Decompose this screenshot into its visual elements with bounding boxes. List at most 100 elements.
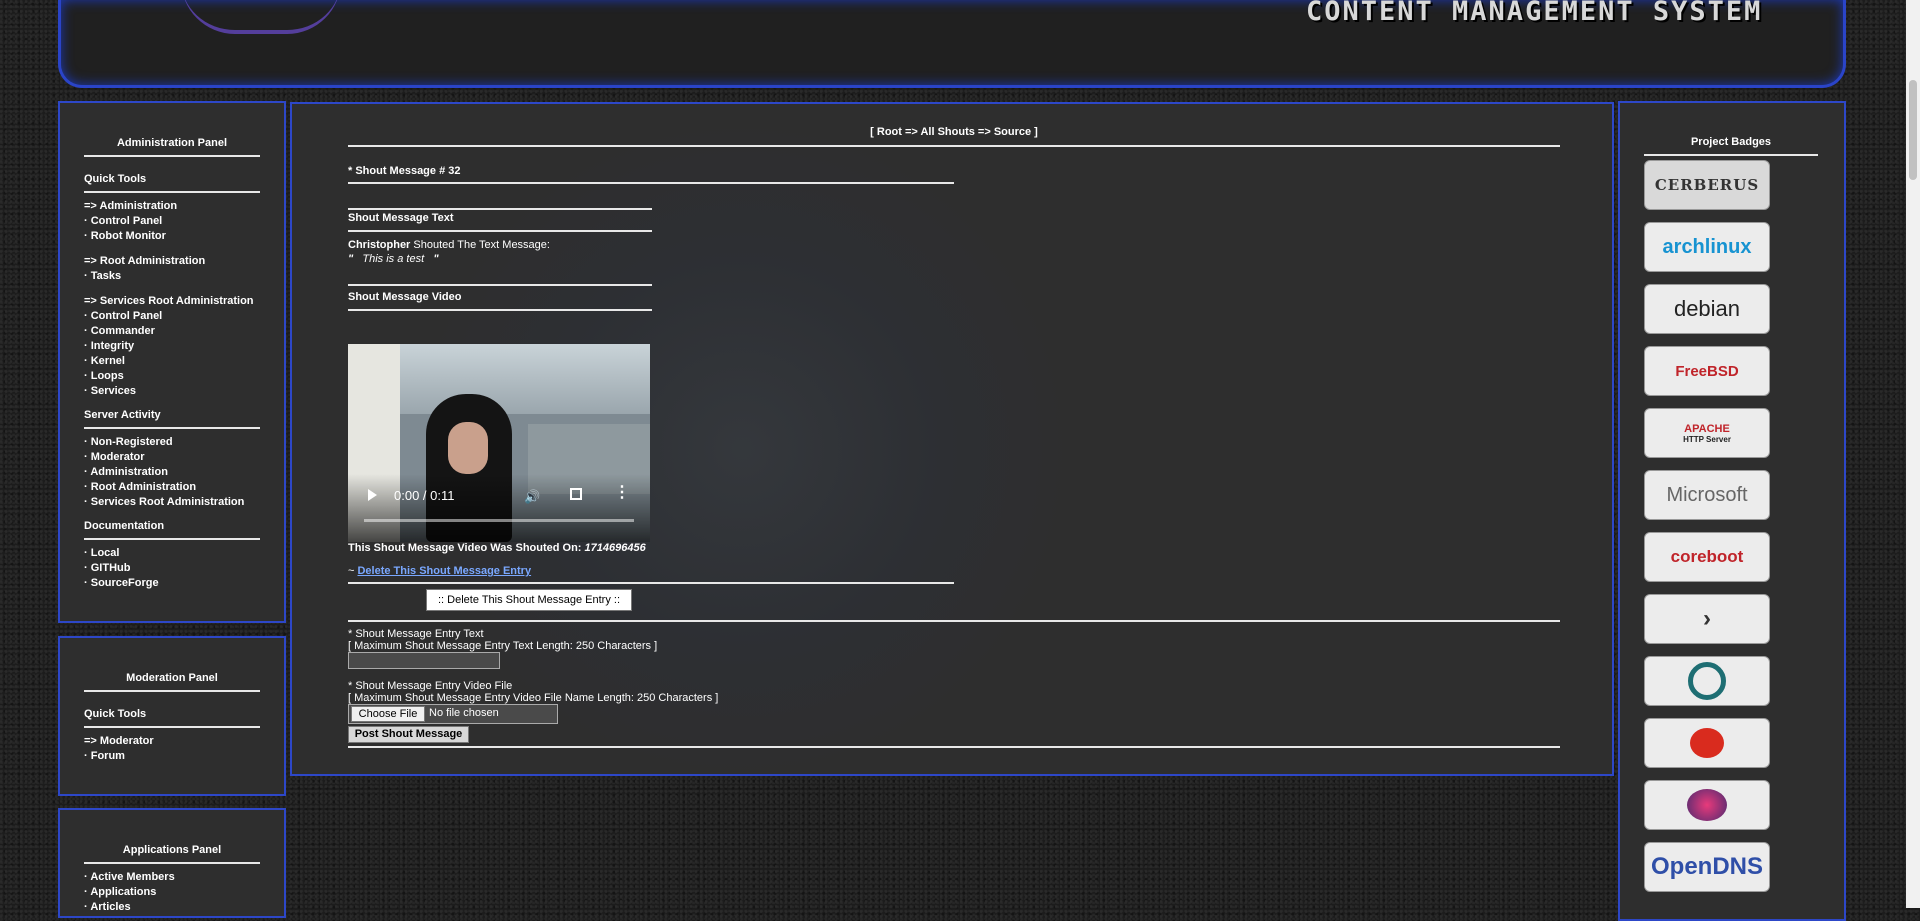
divider (84, 726, 260, 728)
divider (348, 582, 954, 584)
nav-kernel[interactable]: Kernel (84, 354, 260, 369)
divider (84, 538, 260, 540)
text-heading: Shout Message Text (348, 212, 454, 224)
nav-active-members[interactable]: Active Members (84, 870, 260, 885)
applications-panel: Applications Panel Active Members Applic… (58, 808, 286, 918)
entry-text-label: * Shout Message Entry Text (348, 628, 484, 640)
moderation-panel-title: Moderation Panel (126, 672, 218, 684)
nav-services-root-administration[interactable]: Services Root Administration (84, 294, 260, 309)
badge-microsoft[interactable]: Microsoft (1644, 470, 1770, 520)
nav-commander[interactable]: Commander (84, 324, 260, 339)
badge-freebsd[interactable]: FreeBSD (1644, 346, 1770, 396)
moderation-panel: Moderation Panel Quick Tools Moderator F… (58, 636, 286, 796)
lotus-icon (1687, 789, 1727, 821)
video-controls-shade (348, 474, 650, 542)
badge-opendns[interactable]: OpenDNS (1644, 842, 1770, 892)
badge-lotus-icon[interactable] (1644, 780, 1770, 830)
video-frame-face (448, 422, 488, 474)
nav-services-control-panel[interactable]: Control Panel (84, 309, 260, 324)
entry-video-max: [ Maximum Shout Message Entry Video File… (348, 692, 719, 704)
nav-moderator-head[interactable]: Moderator (84, 734, 260, 749)
nav-services[interactable]: Services (84, 384, 260, 399)
delete-entry-button[interactable]: :: Delete This Shout Message Entry :: (426, 589, 632, 611)
nav-root-administration[interactable]: Root Administration (84, 254, 260, 269)
divider (84, 862, 260, 864)
divider (348, 208, 652, 210)
quote-open: " (348, 253, 354, 265)
logo-swoosh (181, 0, 341, 34)
nav-control-panel[interactable]: Control Panel (84, 214, 260, 229)
divider (348, 309, 652, 311)
message-text-line: " This is a test " (348, 253, 439, 265)
nav-tasks[interactable]: Tasks (84, 269, 260, 284)
badge-apache-title: APACHE (1684, 422, 1730, 435)
no-file-chosen: No file chosen (429, 707, 499, 719)
nav-activity-root-administration[interactable]: Root Administration (84, 480, 260, 495)
cms-title: CONTENT MANAGEMENT SYSTEM (1306, 0, 1763, 27)
divider (1644, 154, 1818, 156)
video-shouted-on-value: 1714696456 (584, 542, 646, 554)
scrollbar-thumb[interactable] (1909, 80, 1917, 180)
badge-apache[interactable]: APACHE HTTP Server (1644, 408, 1770, 458)
delete-entry-link[interactable]: Delete This Shout Message Entry (357, 565, 531, 577)
post-shout-message-button[interactable]: Post Shout Message (348, 726, 469, 743)
nav-integrity[interactable]: Integrity (84, 339, 260, 354)
entry-text-input[interactable] (348, 652, 500, 669)
video-player[interactable]: 0:00 / 0:11 🔊 ⋮ (348, 344, 650, 542)
nav-non-registered[interactable]: Non-Registered (84, 435, 260, 450)
tomato-icon (1690, 728, 1724, 758)
badges-panel-title: Project Badges (1690, 136, 1772, 148)
entry-text-max: [ Maximum Shout Message Entry Text Lengt… (348, 640, 658, 652)
nav-activity-services-root-administration[interactable]: Services Root Administration (84, 495, 260, 510)
quote-close: " (433, 253, 439, 265)
badge-tomato-icon[interactable] (1644, 718, 1770, 768)
main-content: [ Root => All Shouts => Source ] * Shout… (290, 102, 1614, 776)
more-options-icon[interactable]: ⋮ (614, 485, 630, 501)
badge-coreboot[interactable]: coreboot (1644, 532, 1770, 582)
choose-file-button[interactable]: Choose File (351, 706, 425, 722)
badge-cerberus[interactable]: CERBERUS (1644, 160, 1770, 210)
badge-arrow-icon[interactable]: › (1644, 594, 1770, 644)
message-heading: * Shout Message # 32 (348, 165, 461, 177)
nav-applications[interactable]: Applications (84, 885, 260, 900)
badge-debian[interactable]: debian (1644, 284, 1770, 334)
nav-forum[interactable]: Forum (84, 749, 260, 764)
nav-moderator[interactable]: Moderator (84, 450, 260, 465)
nav-loops[interactable]: Loops (84, 369, 260, 384)
fullscreen-icon[interactable] (570, 488, 582, 500)
nav-doc-github[interactable]: GITHub (84, 561, 260, 576)
nav-activity-administration[interactable]: Administration (84, 465, 260, 480)
volume-icon[interactable]: 🔊 (524, 489, 540, 505)
quick-tools-heading: Quick Tools (84, 173, 147, 185)
divider (84, 155, 260, 157)
server-activity-heading: Server Activity (84, 409, 161, 421)
video-progress-bar[interactable] (364, 519, 634, 522)
divider (348, 284, 652, 286)
nav-doc-local[interactable]: Local (84, 546, 260, 561)
divider (84, 427, 260, 429)
lineage-ring-icon (1688, 662, 1726, 700)
video-shouted-on-label: This Shout Message Video Was Shouted On: (348, 542, 585, 554)
play-icon[interactable] (368, 489, 377, 501)
badge-lineage-icon[interactable] (1644, 656, 1770, 706)
nav-doc-sourceforge[interactable]: SourceForge (84, 576, 260, 591)
page-scrollbar[interactable] (1906, 0, 1920, 908)
site-header: CONTENT MANAGEMENT SYSTEM (58, 0, 1846, 88)
badge-apache-subtitle: HTTP Server (1683, 434, 1731, 444)
administration-panel: Administration Panel Quick Tools Adminis… (58, 101, 286, 623)
divider (348, 620, 1560, 622)
nav-administration[interactable]: Administration (84, 199, 260, 214)
divider (348, 230, 652, 232)
file-input[interactable]: Choose File No file chosen (348, 704, 558, 724)
video-heading: Shout Message Video (348, 291, 462, 303)
divider (84, 191, 260, 193)
applications-panel-title: Applications Panel (122, 844, 222, 856)
divider (348, 746, 1560, 748)
nav-robot-monitor[interactable]: Robot Monitor (84, 229, 260, 244)
documentation-heading: Documentation (84, 520, 165, 532)
breadcrumb[interactable]: [ Root => All Shouts => Source ] (348, 126, 1560, 138)
divider (348, 182, 954, 184)
divider (348, 145, 1560, 147)
badge-archlinux[interactable]: archlinux (1644, 222, 1770, 272)
author-name[interactable]: Christopher (348, 239, 410, 251)
